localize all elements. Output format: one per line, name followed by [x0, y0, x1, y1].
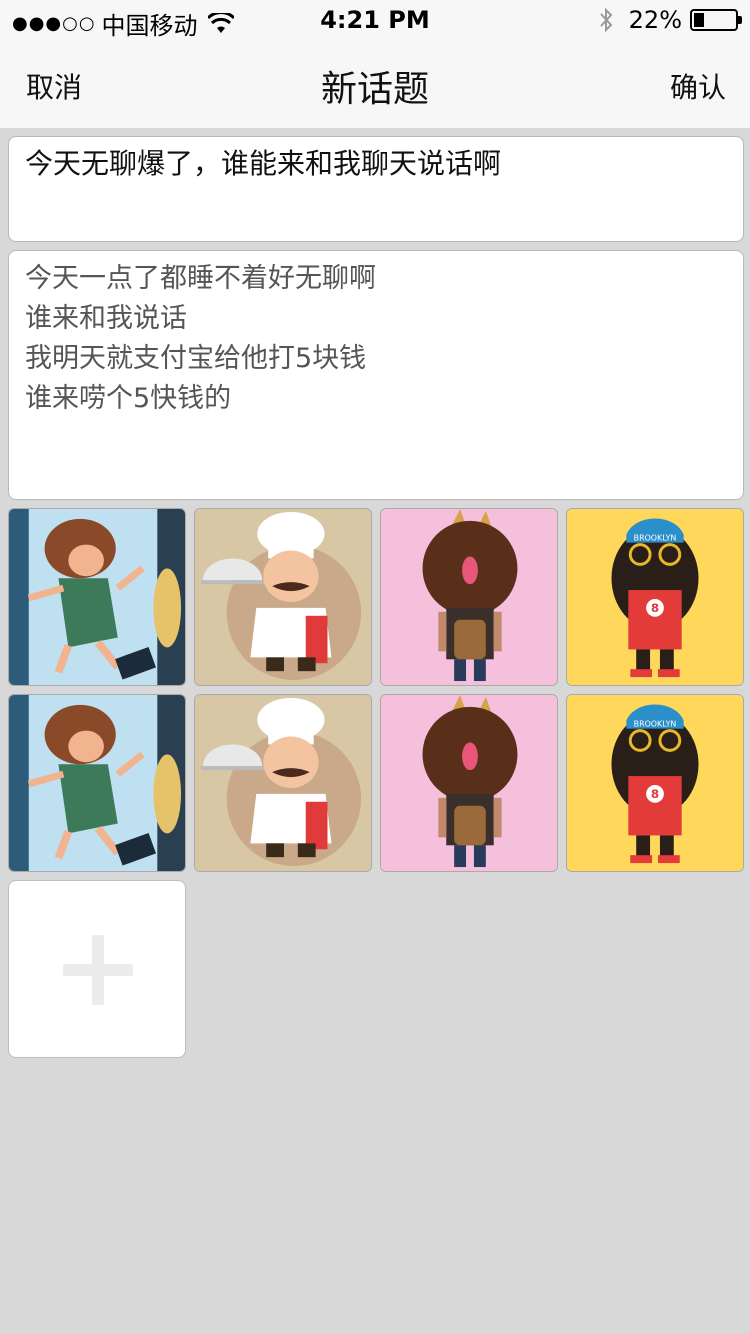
- jersey-number: 8: [651, 601, 659, 615]
- battery-icon: [690, 9, 742, 31]
- body-line: 谁来唠个5快钱的: [25, 383, 232, 414]
- body-line: 今天一点了都睡不着好无聊啊: [25, 263, 376, 294]
- battery-percent: 22%: [628, 6, 682, 34]
- image-thumbnail-chef[interactable]: [194, 694, 372, 872]
- image-thumbnail-basketball-player[interactable]: BROOKLYN 8: [566, 508, 744, 686]
- body-line: 谁来和我说话: [25, 303, 187, 334]
- curly-hair-person-illustration: [381, 509, 557, 685]
- page-title: 新话题: [320, 69, 429, 110]
- nav-bar: 取消 新话题 确认: [0, 40, 750, 128]
- image-thumbnail-curly-hair[interactable]: [380, 508, 558, 686]
- cap-text: BROOKLYN: [634, 534, 677, 543]
- image-thumbnail-curly-hair[interactable]: [380, 694, 558, 872]
- basketball-player-illustration: BROOKLYN 8: [567, 695, 743, 871]
- status-right: 22%: [597, 6, 742, 34]
- bluetooth-icon: [599, 7, 613, 33]
- topic-body-input[interactable]: 今天一点了都睡不着好无聊啊 谁来和我说话 我明天就支付宝给他打5块钱 谁来唠个5…: [8, 250, 744, 500]
- body-line: 我明天就支付宝给他打5块钱: [25, 343, 367, 374]
- confirm-button[interactable]: 确认: [670, 66, 726, 106]
- image-thumbnail-sleeping-girl[interactable]: [8, 694, 186, 872]
- status-bar: ●●●○○ 中国移动 4:21 PM 22%: [0, 0, 750, 40]
- chef-illustration: [195, 695, 371, 871]
- add-image-button[interactable]: [8, 880, 186, 1058]
- basketball-player-illustration: BROOKLYN 8: [567, 509, 743, 685]
- chef-illustration: [195, 509, 371, 685]
- image-thumbnail-basketball-player[interactable]: BROOKLYN 8: [566, 694, 744, 872]
- plus-icon: [92, 935, 104, 1005]
- sleeping-girl-illustration: [9, 509, 185, 685]
- jersey-number: 8: [651, 787, 659, 801]
- sleeping-girl-illustration: [9, 695, 185, 871]
- image-thumbnail-chef[interactable]: [194, 508, 372, 686]
- battery-fill: [694, 13, 704, 27]
- cap-text: BROOKLYN: [634, 720, 677, 729]
- topic-title-input[interactable]: 今天无聊爆了，谁能来和我聊天说话啊: [8, 136, 744, 242]
- curly-hair-person-illustration: [381, 695, 557, 871]
- image-thumbnail-sleeping-girl[interactable]: [8, 508, 186, 686]
